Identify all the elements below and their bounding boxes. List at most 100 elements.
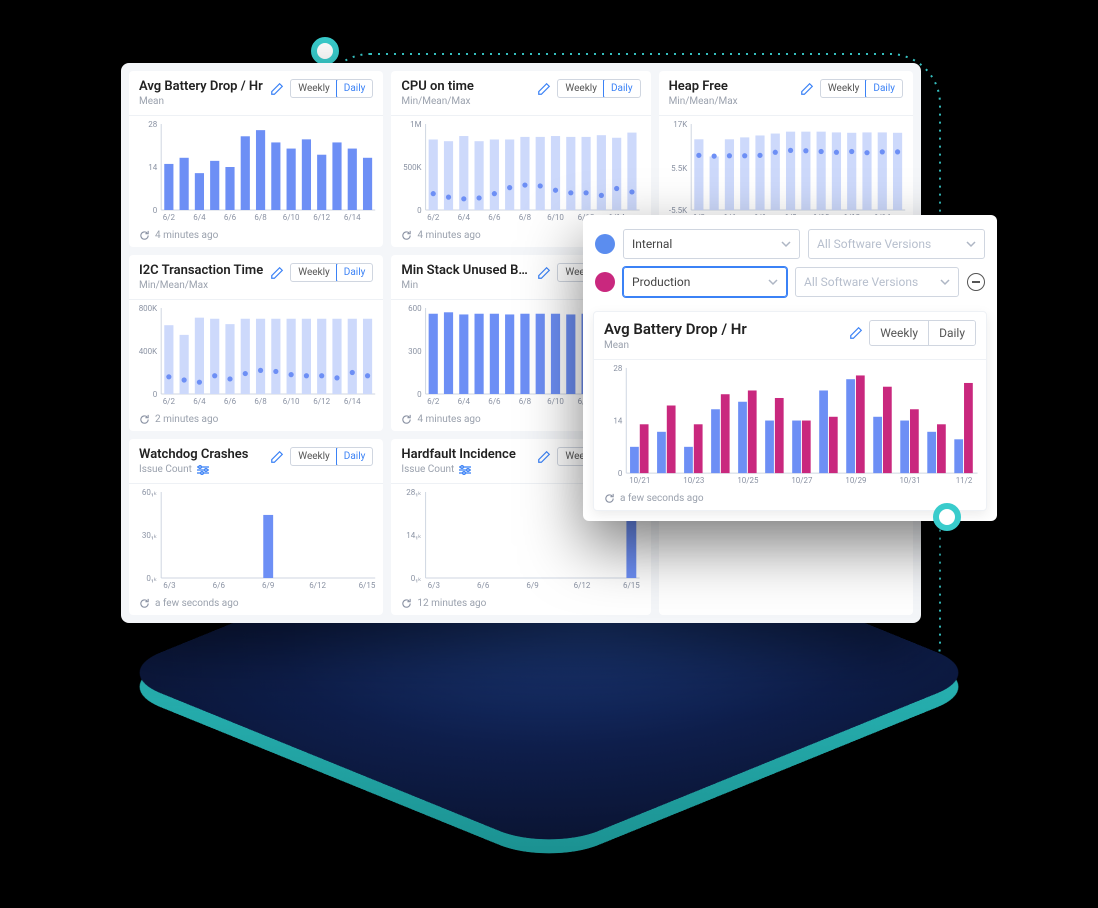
card-footer: 4 minutes ago	[155, 230, 218, 241]
range-toggle[interactable]: Weekly Daily	[557, 79, 640, 98]
svg-text:10/25: 10/25	[737, 476, 759, 485]
refresh-icon[interactable]	[401, 414, 412, 425]
version-select-2-label: All Software Versions	[804, 275, 918, 289]
chevron-down-icon	[781, 239, 791, 249]
edit-icon[interactable]	[270, 82, 284, 96]
range-toggle[interactable]: Weekly Daily	[869, 320, 976, 346]
svg-text:0: 0	[417, 206, 422, 215]
svg-text:6/9: 6/9	[262, 581, 274, 590]
svg-text:10/31: 10/31	[899, 476, 920, 485]
svg-text:6/6: 6/6	[489, 397, 502, 406]
card-title: Avg Battery Drop / Hr	[139, 79, 263, 94]
svg-text:6/14: 6/14	[344, 213, 361, 222]
svg-text:6/6: 6/6	[224, 397, 237, 406]
edit-icon[interactable]	[270, 450, 284, 464]
version-select-1[interactable]: All Software Versions	[808, 229, 985, 259]
metric-card: I2C Transaction Time Min/Mean/Max Weekly…	[129, 255, 383, 431]
range-toggle[interactable]: Weekly Daily	[290, 447, 373, 466]
card-sub: Min/Mean/Max	[139, 280, 263, 291]
refresh-icon[interactable]	[139, 414, 150, 425]
edit-icon[interactable]	[849, 326, 863, 340]
remove-filter-button[interactable]	[967, 273, 985, 291]
svg-text:6/12: 6/12	[313, 397, 330, 406]
series-swatch-internal	[595, 234, 615, 254]
card-chart: 0₁ₖ30₁ₖ60₁ₖ6/36/66/96/126/15	[129, 483, 383, 594]
cohort-select-2[interactable]: Production	[623, 267, 787, 297]
svg-text:28₁ₖ: 28₁ₖ	[407, 488, 422, 497]
version-select-2[interactable]: All Software Versions	[795, 267, 959, 297]
svg-text:6/15: 6/15	[623, 581, 640, 590]
card-title: Min Stack Unused Bytes	[401, 263, 531, 278]
svg-text:6/2: 6/2	[427, 213, 440, 222]
svg-text:10/21: 10/21	[629, 476, 650, 485]
range-toggle[interactable]: Weekly Daily	[290, 79, 373, 98]
svg-text:6/4: 6/4	[458, 213, 471, 222]
range-weekly[interactable]: Weekly	[291, 264, 337, 281]
svg-text:6/8: 6/8	[254, 397, 267, 406]
svg-text:0₁ₖ: 0₁ₖ	[146, 574, 157, 583]
range-weekly[interactable]: Weekly	[870, 321, 928, 345]
svg-text:60₁ₖ: 60₁ₖ	[142, 488, 157, 497]
cohort-select-1[interactable]: Internal	[623, 229, 800, 259]
svg-text:6/10: 6/10	[548, 397, 565, 406]
range-weekly[interactable]: Weekly	[558, 80, 604, 97]
card-footer: 2 minutes ago	[155, 414, 218, 425]
range-toggle[interactable]: Weekly Daily	[820, 79, 903, 98]
svg-text:6/6: 6/6	[489, 213, 502, 222]
range-weekly[interactable]: Weekly	[291, 448, 337, 465]
settings-icon[interactable]	[458, 465, 472, 475]
edit-icon[interactable]	[800, 82, 814, 96]
card-title: CPU on time	[401, 79, 474, 94]
range-daily[interactable]: Daily	[928, 321, 975, 345]
range-daily[interactable]: Daily	[336, 79, 374, 98]
svg-text:6/2: 6/2	[163, 213, 176, 222]
card-sub: Mean	[139, 96, 263, 107]
svg-text:10/29: 10/29	[845, 476, 866, 485]
range-toggle[interactable]: Weekly Daily	[290, 263, 373, 282]
settings-icon[interactable]	[196, 465, 210, 475]
edit-icon[interactable]	[270, 266, 284, 280]
range-daily[interactable]: Daily	[336, 263, 374, 282]
refresh-icon[interactable]	[401, 230, 412, 241]
range-daily[interactable]: Daily	[603, 79, 641, 98]
edit-icon[interactable]	[537, 82, 551, 96]
svg-text:6/6: 6/6	[224, 213, 237, 222]
svg-text:6/3: 6/3	[428, 581, 440, 590]
svg-text:500K: 500K	[403, 163, 422, 172]
cohort-select-2-label: Production	[632, 275, 690, 289]
svg-text:6/10: 6/10	[283, 397, 300, 406]
svg-text:6/3: 6/3	[163, 581, 175, 590]
range-weekly[interactable]: Weekly	[821, 80, 867, 97]
compare-panel: Internal All Software Versions Productio…	[583, 215, 997, 521]
edit-icon[interactable]	[537, 266, 551, 280]
refresh-icon[interactable]	[604, 493, 615, 504]
version-select-1-label: All Software Versions	[817, 237, 931, 251]
svg-text:6/8: 6/8	[519, 397, 532, 406]
range-daily[interactable]: Daily	[865, 79, 903, 98]
svg-text:-5.5K: -5.5K	[668, 206, 687, 215]
compare-card-sub: Mean	[604, 340, 747, 351]
decorative-node	[311, 37, 339, 65]
svg-text:400K: 400K	[139, 347, 158, 356]
range-daily[interactable]: Daily	[336, 447, 374, 466]
chevron-down-icon	[940, 277, 950, 287]
svg-text:6/12: 6/12	[309, 581, 326, 590]
cohort-select-1-label: Internal	[632, 237, 672, 251]
svg-text:300: 300	[408, 347, 422, 356]
refresh-icon[interactable]	[401, 598, 412, 609]
range-weekly[interactable]: Weekly	[291, 80, 337, 97]
svg-text:6/4: 6/4	[193, 397, 206, 406]
svg-text:600: 600	[408, 304, 422, 313]
card-chart: -5.5K5.5K17K6/26/46/66/86/106/126/14	[659, 115, 913, 226]
svg-text:6/12: 6/12	[313, 213, 330, 222]
refresh-icon[interactable]	[139, 230, 150, 241]
svg-text:10/27: 10/27	[791, 476, 813, 485]
card-sub: Issue Count	[401, 464, 515, 475]
card-footer: 12 minutes ago	[417, 598, 486, 609]
svg-text:6/6: 6/6	[477, 581, 490, 590]
refresh-icon[interactable]	[139, 598, 150, 609]
card-title: I2C Transaction Time	[139, 263, 263, 278]
edit-icon[interactable]	[537, 450, 551, 464]
card-title: Heap Free	[669, 79, 738, 94]
card-sub: Min/Mean/Max	[401, 96, 474, 107]
